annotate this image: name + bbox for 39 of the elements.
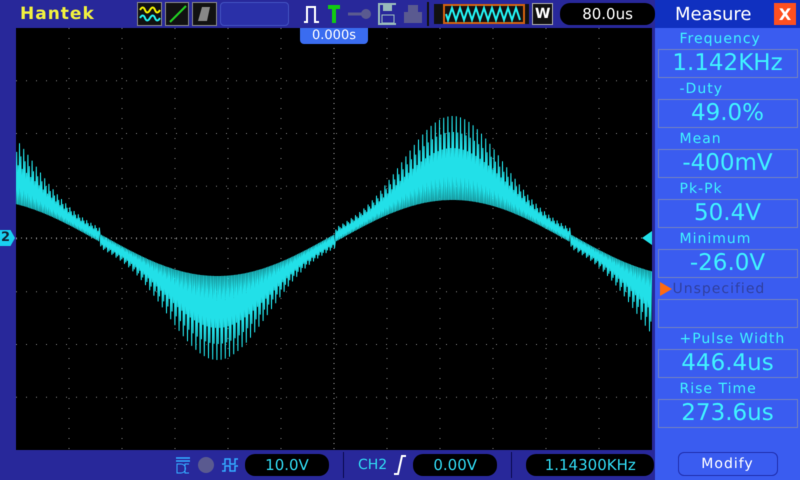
measurement-value: 49.0% <box>658 99 798 128</box>
measurement-label[interactable]: Pk-Pk <box>660 180 723 196</box>
measurement-label[interactable]: Rise Time <box>660 380 757 396</box>
timebase-value: 80.0us <box>560 3 655 25</box>
trigger-t-icon[interactable] <box>327 4 341 24</box>
measurement-label[interactable]: Frequency <box>660 30 761 46</box>
pulse-icon[interactable] <box>302 3 320 25</box>
trigger-level: 0.00V <box>413 454 498 476</box>
modify-button[interactable]: Modify <box>678 452 778 476</box>
trigger-position[interactable]: 0.000s <box>300 28 368 44</box>
measurement-value: 446.4us <box>658 349 798 378</box>
dc-coupling-icon <box>175 456 191 474</box>
logo: Hantek <box>20 4 96 24</box>
volts-per-div: 10.0V <box>245 454 329 476</box>
measurement-value: 1.142KHz <box>658 49 798 78</box>
save-icon[interactable] <box>378 3 396 25</box>
frequency-counter: 1.14300KHz <box>526 454 654 476</box>
panel-title: Measure <box>675 4 752 24</box>
close-button[interactable]: X <box>774 3 796 25</box>
measurement-label[interactable]: Minimum <box>660 230 752 246</box>
waveform-overview-icon <box>434 4 530 24</box>
channel-marker: 2 <box>0 230 15 246</box>
measurement-value: -26.0V <box>658 249 798 278</box>
key-icon <box>348 8 371 20</box>
trigger-level-marker[interactable] <box>642 231 652 245</box>
measurement-label[interactable]: +Pulse Width <box>660 330 786 346</box>
persistence-icon[interactable] <box>192 2 218 26</box>
slope-line-icon[interactable] <box>164 2 190 26</box>
measurement-value: 273.6us <box>658 399 798 428</box>
measurement-value: 50.4V <box>658 199 798 228</box>
bandwidth-limit-icon <box>197 456 215 474</box>
printer-icon <box>403 3 422 25</box>
window-button[interactable]: W <box>532 3 554 25</box>
trigger-channel: CH2 <box>358 457 388 473</box>
measurement-label[interactable]: -Duty <box>660 80 723 96</box>
rising-edge-icon <box>393 455 408 475</box>
measurement-label[interactable]: Mean <box>660 130 722 146</box>
square-wave-icon <box>221 457 239 473</box>
measurement-value: -400mV <box>658 149 798 178</box>
